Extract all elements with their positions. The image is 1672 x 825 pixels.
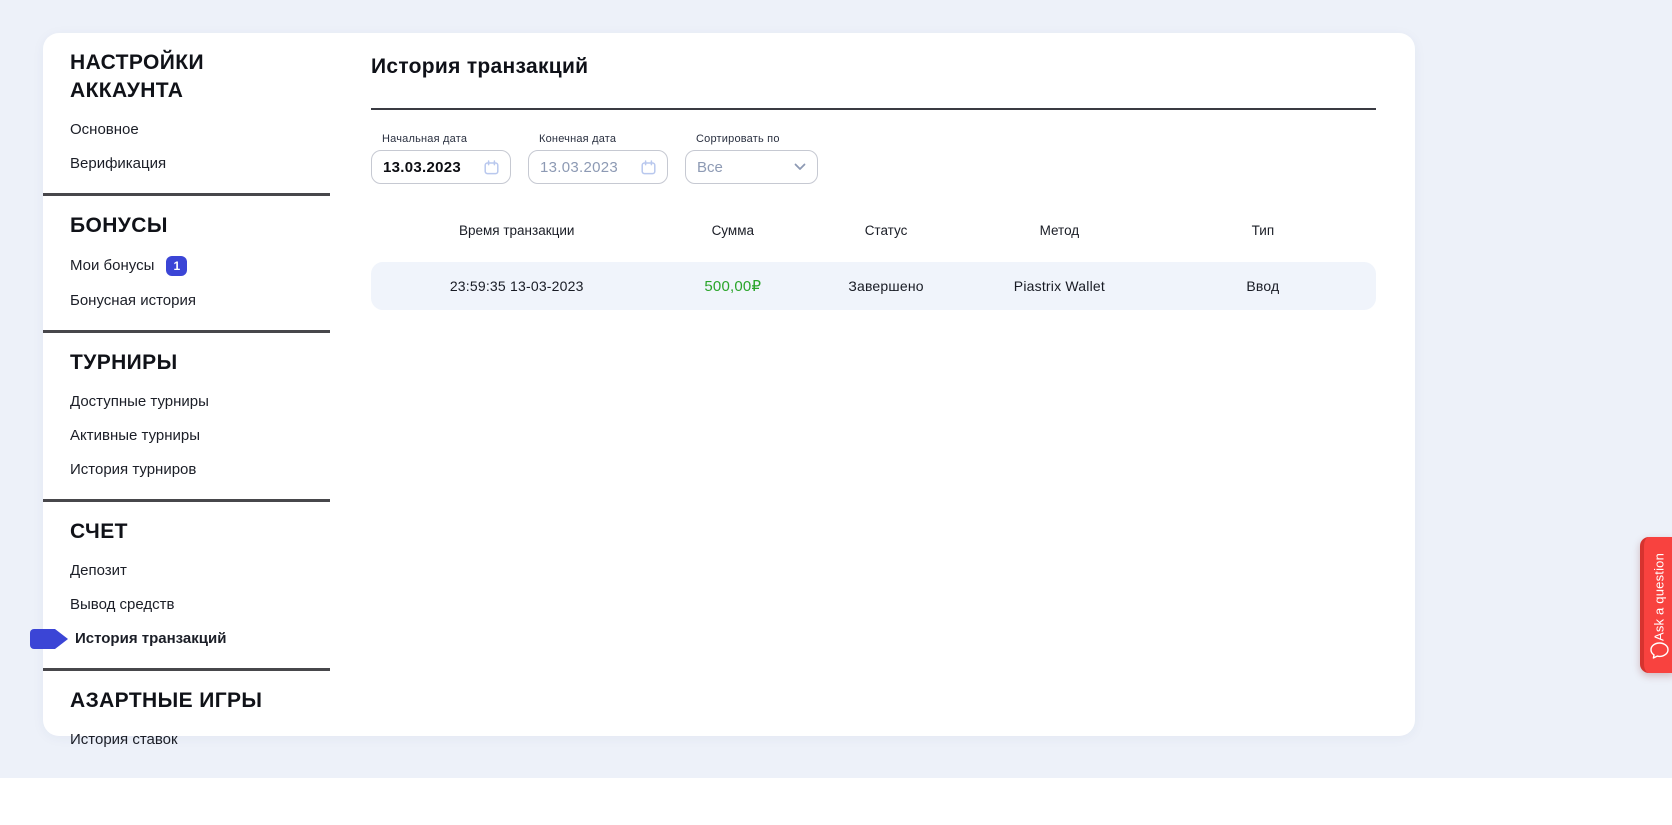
table-header: Время транзакции Сумма Статус Метод Тип — [371, 223, 1376, 238]
sidebar-heading-account-balance: СЧЕТ — [70, 518, 280, 546]
main-content: История транзакций Начальная дата — [371, 33, 1376, 736]
end-date-label: Конечная дата — [539, 133, 668, 145]
sidebar-item-label: История турниров — [70, 461, 196, 479]
end-date-input[interactable] — [528, 150, 668, 184]
sidebar-heading-gambling: АЗАРТНЫЕ ИГРЫ — [70, 687, 280, 715]
end-date-value[interactable] — [540, 159, 632, 176]
sidebar-item-verification[interactable]: Верификация — [70, 155, 310, 173]
sidebar-item-my-bonuses[interactable]: Мои бонусы 1 — [70, 256, 310, 276]
column-header-status: Статус — [803, 223, 969, 238]
chevron-down-icon — [794, 163, 806, 171]
sidebar-item-label: Доступные турниры — [70, 393, 209, 411]
sidebar-section-account-balance: СЧЕТ Депозит Вывод средств История транз… — [43, 502, 330, 671]
sidebar-item-label: Бонусная история — [70, 292, 196, 310]
sort-selected-value: Все — [697, 159, 723, 176]
sidebar-item-bet-history[interactable]: История ставок — [70, 731, 310, 749]
active-item-arrow-icon — [30, 629, 68, 649]
sidebar-item-bonus-history[interactable]: Бонусная история — [70, 292, 310, 310]
sidebar-item-active-tournaments[interactable]: Активные турниры — [70, 427, 310, 445]
sidebar-item-label: Вывод средств — [70, 596, 174, 614]
transaction-time: 23:59:35 13-03-2023 — [371, 278, 662, 294]
calendar-icon[interactable] — [641, 160, 656, 175]
sidebar-item-withdrawal[interactable]: Вывод средств — [70, 596, 310, 614]
transaction-type: Ввод — [1150, 278, 1376, 294]
bonus-count-badge: 1 — [166, 256, 187, 276]
sort-label: Сортировать по — [696, 133, 818, 145]
sidebar-item-available-tournaments[interactable]: Доступные турниры — [70, 393, 310, 411]
page-title: История транзакций — [371, 55, 588, 79]
transaction-status: Завершено — [803, 278, 969, 294]
sort-filter: Сортировать по Все — [685, 133, 818, 184]
column-header-amount: Сумма — [662, 223, 803, 238]
start-date-value[interactable] — [383, 159, 475, 176]
sidebar-item-label: Верификация — [70, 155, 166, 173]
sort-select[interactable]: Все — [685, 150, 818, 184]
sidebar-item-main[interactable]: Основное — [70, 121, 310, 139]
sidebar-item-label: Активные турниры — [70, 427, 200, 445]
sidebar-item-label: История ставок — [70, 731, 178, 749]
calendar-icon[interactable] — [484, 160, 499, 175]
table-row: 23:59:35 13-03-2023 500,00₽ Завершено Pi… — [371, 262, 1376, 310]
sidebar-item-deposit[interactable]: Депозит — [70, 562, 310, 580]
sidebar-item-label: Депозит — [70, 562, 127, 580]
sidebar-heading-tournaments: ТУРНИРЫ — [70, 349, 280, 377]
sidebar: НАСТРОЙКИ АККАУНТА Основное Верификация … — [43, 33, 330, 769]
title-divider — [371, 108, 1376, 110]
sidebar-item-label: История транзакций — [75, 630, 226, 648]
sidebar-item-label: Мои бонусы — [70, 257, 154, 275]
column-header-method: Метод — [969, 223, 1150, 238]
sidebar-item-tournament-history[interactable]: История турниров — [70, 461, 310, 479]
end-date-filter: Конечная дата — [528, 133, 668, 184]
column-header-time: Время транзакции — [371, 223, 662, 238]
transaction-amount: 500,00₽ — [662, 277, 803, 295]
column-header-type: Тип — [1150, 223, 1376, 238]
sidebar-item-transaction-history[interactable]: История транзакций — [70, 630, 310, 648]
sidebar-section-account-settings: НАСТРОЙКИ АККАУНТА Основное Верификация — [43, 33, 330, 196]
page: НАСТРОЙКИ АККАУНТА Основное Верификация … — [0, 0, 1672, 825]
start-date-label: Начальная дата — [382, 133, 511, 145]
start-date-filter: Начальная дата — [371, 133, 511, 184]
sidebar-heading-account-settings: НАСТРОЙКИ АККАУНТА — [70, 49, 280, 105]
ask-a-question-label: Ask a question — [1652, 553, 1667, 641]
account-card: НАСТРОЙКИ АККАУНТА Основное Верификация … — [43, 33, 1415, 736]
filters-bar: Начальная дата Конечная дата — [371, 133, 835, 184]
chat-bubble-icon — [1650, 642, 1669, 664]
sidebar-item-label: Основное — [70, 121, 139, 139]
ask-a-question-tab[interactable]: Ask a question — [1640, 537, 1672, 673]
sidebar-section-tournaments: ТУРНИРЫ Доступные турниры Активные турни… — [43, 333, 330, 502]
sidebar-heading-bonuses: БОНУСЫ — [70, 212, 280, 240]
start-date-input[interactable] — [371, 150, 511, 184]
sidebar-section-bonuses: БОНУСЫ Мои бонусы 1 Бонусная история — [43, 196, 330, 333]
sidebar-section-gambling: АЗАРТНЫЕ ИГРЫ История ставок — [43, 671, 330, 769]
transaction-method: Piastrix Wallet — [969, 278, 1150, 294]
